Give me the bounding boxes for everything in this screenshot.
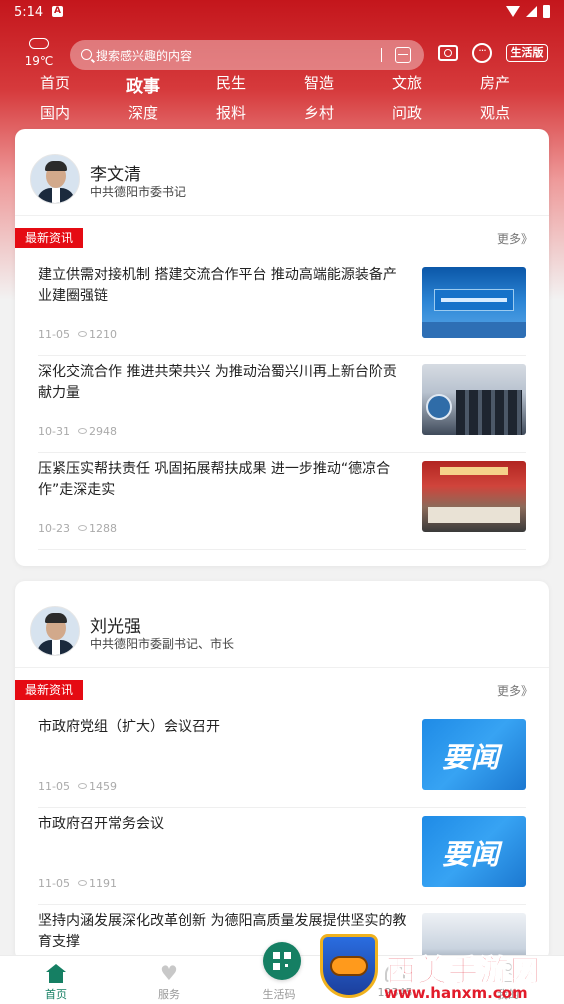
avatar[interactable] <box>30 154 80 204</box>
news-meta: 10-31 2948 <box>38 425 117 438</box>
nav-item-report[interactable]: 报料 <box>206 102 256 123</box>
more-link[interactable]: 更多》 <box>497 230 533 247</box>
notification-icon: A <box>52 6 63 17</box>
nav-item-opinion[interactable]: 观点 <box>470 102 520 123</box>
temperature: 19℃ <box>24 54 54 68</box>
news-item[interactable]: 市政府党组（扩大）会议召开 11-05 1459 要闻 <box>38 711 526 808</box>
news-date: 10-31 <box>38 425 70 438</box>
news-thumbnail <box>422 461 526 532</box>
nav-item-depth[interactable]: 深度 <box>118 102 168 123</box>
channel-nav-row-1: 首页 政事 民生 智造 文旅 房产 <box>0 72 564 97</box>
news-date: 11-05 <box>38 780 70 793</box>
news-meta: 10-23 1288 <box>38 522 117 535</box>
news-meta: 11-05 1210 <box>38 328 117 341</box>
divider <box>15 215 549 216</box>
signal-icon <box>526 6 537 17</box>
tab-life-code[interactable]: 生活码 <box>239 942 319 1004</box>
status-bar: 5:14 A <box>0 0 564 26</box>
leader-name[interactable]: 李文清 <box>90 160 141 185</box>
latest-news-tag: 最新资讯 <box>15 228 83 248</box>
tab-service[interactable]: ♥ 服务 <box>129 956 209 1004</box>
more-link[interactable]: 更多》 <box>497 682 533 699</box>
nav-item-inquiry[interactable]: 问政 <box>382 102 432 123</box>
eye-icon <box>77 525 87 531</box>
nav-item-livelihood[interactable]: 民生 <box>206 72 256 93</box>
news-views: 1288 <box>88 522 117 535</box>
thumb-label: 要闻 <box>442 741 501 774</box>
tab-label: 首页 <box>45 988 67 1001</box>
scan-icon[interactable] <box>395 47 411 63</box>
news-date: 10-23 <box>38 522 70 535</box>
weather-widget[interactable]: 19℃ <box>22 38 56 68</box>
leader-title: 中共德阳市委副书记、市长 <box>90 637 235 651</box>
channel-nav-row-2: 国内 深度 报料 乡村 问政 观点 <box>0 102 564 126</box>
news-thumbnail: 要闻 <box>422 719 526 790</box>
watermark-logo <box>316 934 382 1002</box>
news-item[interactable]: 建立供需对接机制 搭建交流合作平台 推动高端能源装备产业建圈强链 11-05 12… <box>38 259 526 356</box>
news-meta: 11-05 1459 <box>38 780 117 793</box>
life-mode-button[interactable]: 生活版 <box>506 44 548 62</box>
camera-icon[interactable] <box>438 45 458 61</box>
nav-item-home[interactable]: 首页 <box>30 72 80 93</box>
latest-news-tag: 最新资讯 <box>15 680 83 700</box>
cloud-icon <box>29 38 49 49</box>
eye-icon <box>77 331 87 337</box>
more-dots-icon[interactable]: ··· <box>472 43 492 63</box>
wifi-icon <box>506 6 520 17</box>
nav-item-village[interactable]: 乡村 <box>294 102 344 123</box>
news-meta: 11-05 1191 <box>38 877 117 890</box>
search-placeholder: 搜索感兴趣的内容 <box>96 49 193 63</box>
watermark-url: www.hanxm.com <box>384 984 528 1002</box>
search-icon <box>81 49 92 60</box>
nav-item-property[interactable]: 房产 <box>470 72 520 93</box>
news-title: 压紧压实帮扶责任 巩固拓展帮扶成果 进一步推动“德凉合作”走深走实 <box>38 461 391 498</box>
heart-icon: ♥ <box>160 961 178 985</box>
news-date: 11-05 <box>38 877 70 890</box>
thumb-label: 要闻 <box>442 838 501 871</box>
news-views: 1191 <box>88 877 117 890</box>
leader-card: 李文清 中共德阳市委书记 最新资讯 更多》 建立供需对接机制 搭建交流合作平台 … <box>15 129 549 566</box>
nav-item-manufacturing[interactable]: 智造 <box>294 72 344 93</box>
nav-item-politics[interactable]: 政事 <box>118 72 168 97</box>
news-title: 深化交流合作 推进共荣共兴 为推动治蜀兴川再上新台阶贡献力量 <box>38 364 397 401</box>
leader-name[interactable]: 刘光强 <box>90 612 141 637</box>
status-time: 5:14 <box>14 5 44 20</box>
eye-icon <box>77 783 87 789</box>
news-date: 11-05 <box>38 328 70 341</box>
news-views: 2948 <box>88 425 117 438</box>
news-thumbnail <box>422 364 526 435</box>
news-item[interactable]: 压紧压实帮扶责任 巩固拓展帮扶成果 进一步推动“德凉合作”走深走实 10-23 1… <box>38 453 526 550</box>
leader-card: 刘光强 中共德阳市委副书记、市长 最新资讯 更多》 市政府党组（扩大）会议召开 … <box>15 581 549 961</box>
qr-code-icon <box>263 942 301 980</box>
search-bar[interactable]: 搜索感兴趣的内容 <box>70 40 424 70</box>
news-thumbnail: 要闻 <box>422 816 526 887</box>
tab-label: 服务 <box>158 988 180 1001</box>
avatar[interactable] <box>30 606 80 656</box>
divider <box>15 667 549 668</box>
news-thumbnail <box>422 267 526 338</box>
battery-icon <box>543 5 550 18</box>
news-views: 1459 <box>88 780 117 793</box>
news-title: 市政府党组（扩大）会议召开 <box>38 719 220 735</box>
news-views: 1210 <box>88 328 117 341</box>
status-icons <box>506 5 550 18</box>
news-item[interactable]: 市政府召开常务会议 11-05 1191 要闻 <box>38 808 526 905</box>
eye-icon <box>77 880 87 886</box>
leader-title: 中共德阳市委书记 <box>90 185 187 199</box>
news-item[interactable]: 深化交流合作 推进共荣共兴 为推动治蜀兴川再上新台阶贡献力量 10-31 2948 <box>38 356 526 453</box>
tab-home[interactable]: 首页 <box>16 956 96 1004</box>
news-title: 建立供需对接机制 搭建交流合作平台 推动高端能源装备产业建圈强链 <box>38 267 397 304</box>
nav-item-domestic[interactable]: 国内 <box>30 102 80 123</box>
home-icon <box>46 964 66 983</box>
tab-label: 生活码 <box>262 988 296 1001</box>
search-divider <box>381 48 382 62</box>
nav-item-tourism[interactable]: 文旅 <box>382 72 432 93</box>
eye-icon <box>77 428 87 434</box>
news-title: 市政府召开常务会议 <box>38 816 164 832</box>
